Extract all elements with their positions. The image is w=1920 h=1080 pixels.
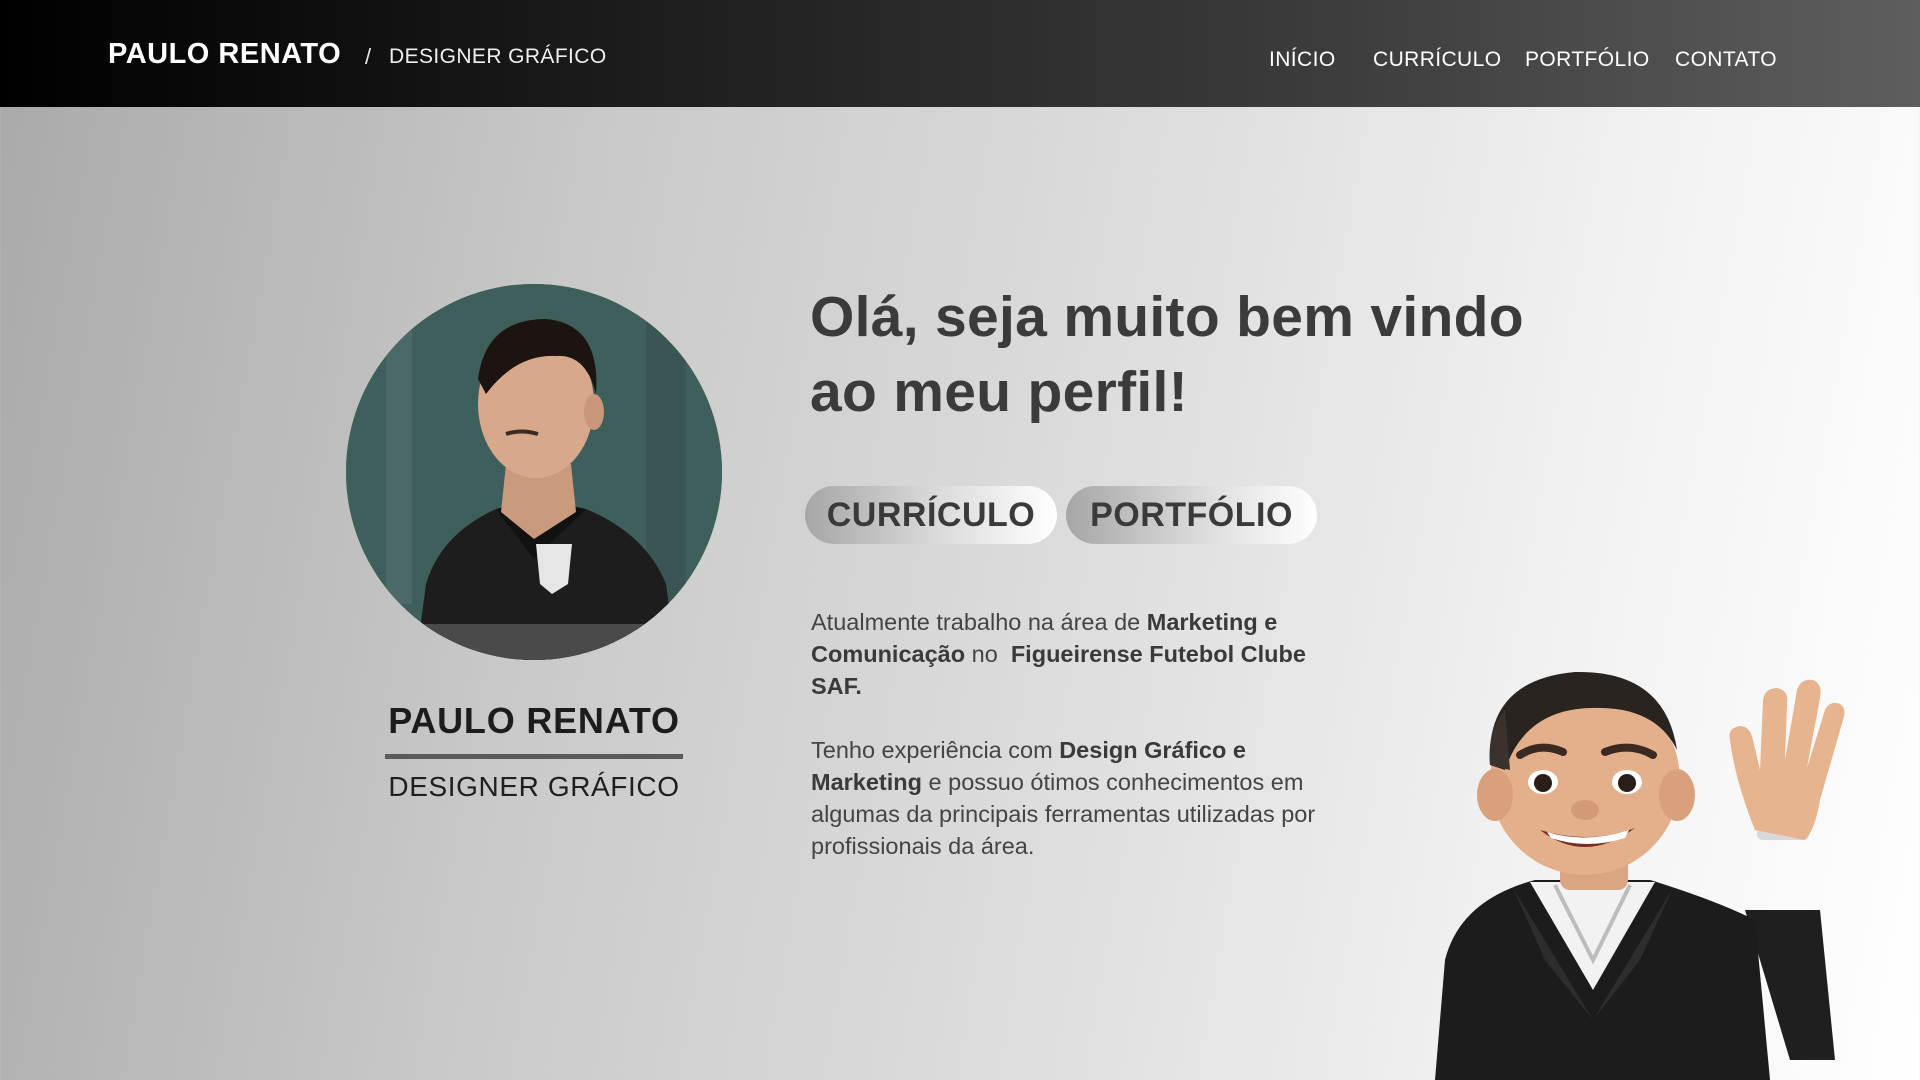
headline-line-1: Olá, seja muito bem vindo — [810, 285, 1524, 349]
memoji-avatar-image — [1435, 671, 1845, 1080]
profile-name: PAULO RENATO — [388, 700, 680, 741]
curriculo-button[interactable]: CURRÍCULO — [805, 486, 1057, 544]
brand-separator: / — [365, 44, 372, 69]
nav-portfolio[interactable]: PORTFÓLIO — [1525, 48, 1650, 72]
top-navbar: PAULO RENATO / DESIGNER GRÁFICO INÍCIO C… — [0, 0, 1920, 107]
brand-subtitle: DESIGNER GRÁFICO — [389, 45, 607, 68]
nav-contato[interactable]: CONTATO — [1675, 48, 1777, 72]
name-divider — [385, 754, 683, 759]
about-p1-text-1: Atualmente trabalho na área de — [811, 609, 1147, 635]
page-title: Olá, seja muito bem vindo ao meu perfil! — [810, 280, 1630, 430]
about-p1-text-2: no — [965, 641, 1011, 667]
about-p2-text-1: Tenho experiência com — [811, 737, 1060, 763]
memoji-avatar-waving — [1415, 660, 1845, 1080]
about-paragraph-1: Atualmente trabalho na área de Marketing… — [811, 606, 1341, 702]
headline-line-2: ao meu perfil! — [810, 360, 1188, 424]
profile-photo-image — [346, 284, 722, 660]
portfolio-button[interactable]: PORTFÓLIO — [1066, 486, 1317, 544]
profile-role: DESIGNER GRÁFICO — [388, 771, 680, 802]
profile-photo — [346, 284, 722, 660]
about-paragraph-2: Tenho experiência com Design Gráfico e M… — [811, 734, 1341, 862]
nav-inicio[interactable]: INÍCIO — [1269, 48, 1336, 72]
brand-name[interactable]: PAULO RENATO — [108, 38, 341, 71]
nav-curriculo[interactable]: CURRÍCULO — [1373, 48, 1501, 72]
